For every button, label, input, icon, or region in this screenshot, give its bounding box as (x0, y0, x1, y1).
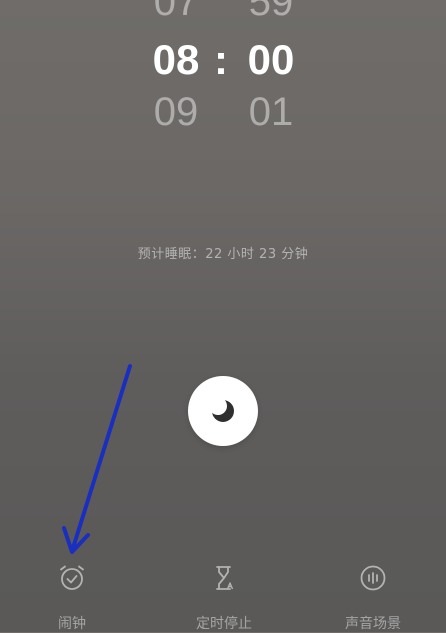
minute-current-value[interactable]: 00 (245, 39, 297, 81)
sound-wave-icon (360, 565, 386, 591)
start-sleep-button[interactable] (188, 376, 258, 446)
time-picker[interactable]: 07 08 09 : 59 00 01 (0, 0, 446, 140)
hour-next-value[interactable]: 09 (150, 92, 202, 132)
alarm-clock-icon (60, 565, 84, 590)
hourglass-icon (216, 566, 234, 590)
bottom-tab-bar: 闹钟 定时停止 声音场景 (0, 555, 446, 632)
tab-sound-scene-label: 声音场景 (345, 616, 401, 632)
sleep-estimate-text: 预计睡眠：22 小时 23 分钟 (137, 247, 309, 262)
tab-timed-stop-label: 定时停止 (196, 616, 252, 632)
moon-icon (209, 397, 234, 422)
tab-alarm[interactable]: 闹钟 (22, 555, 122, 632)
minute-next-value[interactable]: 01 (245, 92, 297, 132)
tab-alarm-label: 闹钟 (58, 616, 86, 632)
hour-prev-value[interactable]: 07 (150, 0, 202, 22)
tab-sound-scene[interactable]: 声音场景 (323, 555, 423, 632)
time-separator: : (214, 36, 228, 83)
hour-current-value[interactable]: 08 (150, 39, 202, 81)
tab-timed-stop[interactable]: 定时停止 (174, 555, 274, 632)
minute-prev-value[interactable]: 59 (245, 0, 297, 22)
